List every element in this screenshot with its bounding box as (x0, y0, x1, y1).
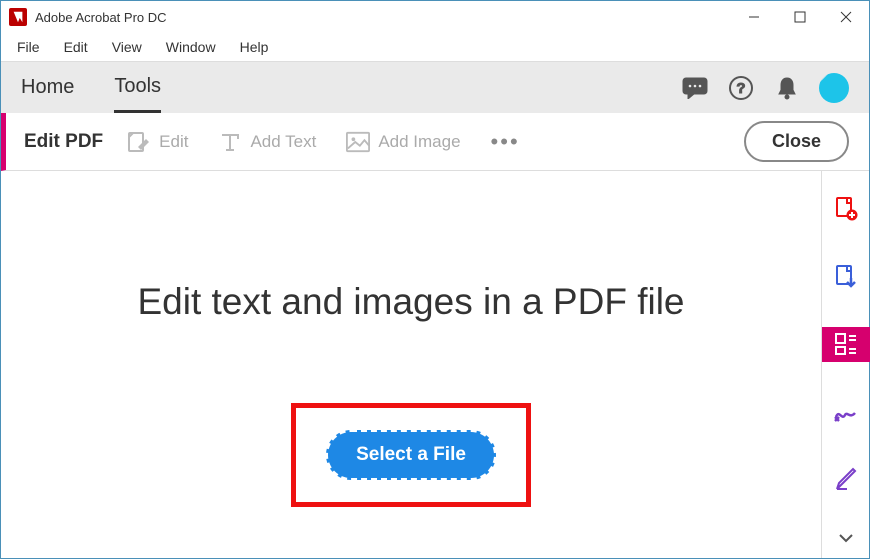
nav-tab-tools[interactable]: Tools (114, 63, 161, 113)
add-image-label: Add Image (378, 132, 460, 152)
window-titlebar: Adobe Acrobat Pro DC (1, 1, 869, 33)
menu-window[interactable]: Window (154, 35, 228, 59)
sidebar-item-create-pdf[interactable] (822, 191, 870, 227)
svg-text:?: ? (736, 80, 745, 97)
user-avatar[interactable] (819, 73, 849, 103)
window-maximize-button[interactable] (777, 1, 823, 33)
toolbar-title: Edit PDF (24, 131, 103, 153)
sidebar-item-edit-pdf[interactable] (822, 327, 870, 363)
sidebar-item-comment[interactable] (822, 462, 870, 498)
window-title: Adobe Acrobat Pro DC (35, 10, 731, 25)
navbar: Home Tools ? (1, 61, 869, 113)
close-button[interactable]: Close (744, 121, 849, 162)
edit-button[interactable]: Edit (127, 130, 188, 154)
main-content: Edit text and images in a PDF file Selec… (1, 171, 821, 558)
menubar: File Edit View Window Help (1, 33, 869, 61)
app-icon (9, 8, 27, 26)
window-close-button[interactable] (823, 1, 869, 33)
menu-help[interactable]: Help (228, 35, 281, 59)
add-image-icon (346, 130, 370, 154)
toolbar-more-button[interactable]: ••• (491, 129, 520, 155)
menu-edit[interactable]: Edit (52, 35, 100, 59)
sidebar-item-sign[interactable] (822, 394, 870, 430)
add-text-label: Add Text (250, 132, 316, 152)
sidebar-item-export-pdf[interactable] (822, 259, 870, 295)
right-sidebar (821, 171, 869, 558)
add-text-button[interactable]: Add Text (218, 130, 316, 154)
add-image-button[interactable]: Add Image (346, 130, 460, 154)
menu-file[interactable]: File (5, 35, 52, 59)
messages-icon[interactable] (681, 74, 709, 102)
edit-pdf-toolbar: Edit PDF Edit Add Text Add Image ••• Clo… (1, 113, 869, 171)
edit-label: Edit (159, 132, 188, 152)
window-minimize-button[interactable] (731, 1, 777, 33)
annotation-highlight: Select a File (291, 403, 531, 507)
nav-tab-home[interactable]: Home (21, 64, 74, 111)
page-headline: Edit text and images in a PDF file (137, 281, 684, 323)
sidebar-expand-button[interactable] (838, 530, 854, 548)
help-icon[interactable]: ? (727, 74, 755, 102)
select-file-button[interactable]: Select a File (326, 430, 496, 480)
add-text-icon (218, 130, 242, 154)
menu-view[interactable]: View (100, 35, 154, 59)
notifications-icon[interactable] (773, 74, 801, 102)
edit-icon (127, 130, 151, 154)
